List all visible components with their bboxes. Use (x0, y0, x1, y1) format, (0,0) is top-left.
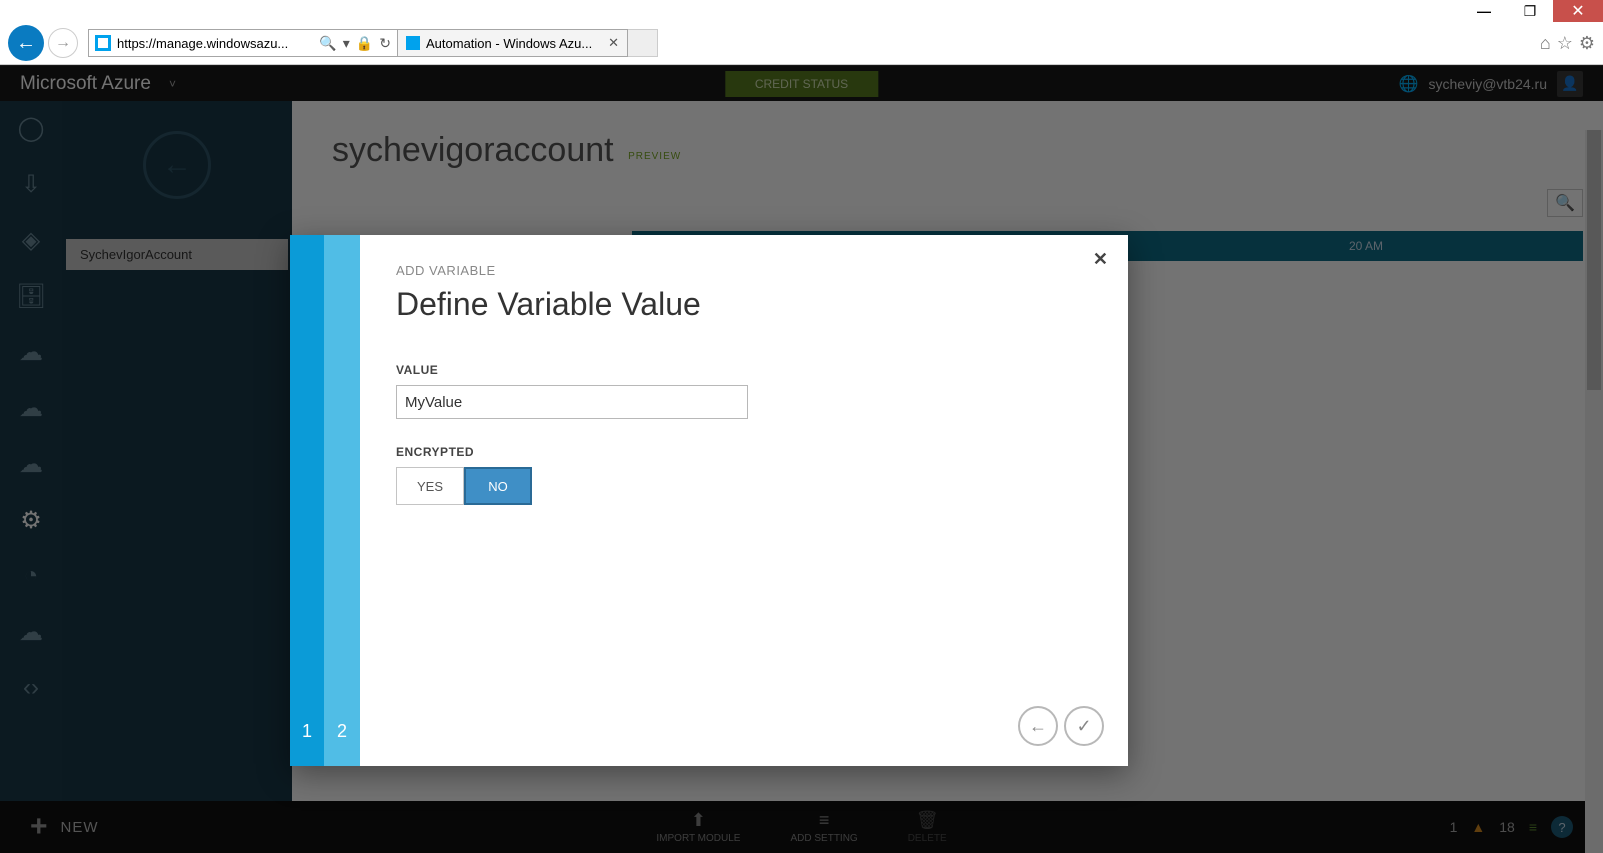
tab-title: Automation - Windows Azu... (426, 36, 602, 51)
wizard-step-1[interactable]: 1 (290, 235, 324, 766)
browser-back-button[interactable]: ← (8, 25, 44, 61)
value-input[interactable] (396, 385, 748, 419)
wizard-complete-button[interactable]: ✓ (1064, 706, 1104, 746)
dialog-eyebrow: ADD VARIABLE (396, 263, 1092, 278)
url-text: https://manage.windowsazu... (117, 36, 313, 51)
window-close-button[interactable]: ✕ (1553, 0, 1603, 22)
encrypted-yes-button[interactable]: YES (396, 467, 464, 505)
azure-portal: Microsoft Azure ˅ CREDIT STATUS 🌐 sychev… (0, 65, 1603, 853)
search-icon[interactable]: 🔍 (319, 35, 336, 52)
window-minimize-button[interactable]: — (1461, 0, 1507, 22)
browser-forward-button[interactable]: → (48, 28, 78, 58)
dialog-title: Define Variable Value (396, 286, 1092, 323)
step-1-label: 1 (302, 721, 312, 742)
dialog-close-button[interactable]: ✕ (1093, 249, 1108, 270)
wizard-back-button[interactable]: ← (1018, 706, 1058, 746)
lock-icon: 🔒 (356, 35, 373, 52)
tab-close-icon[interactable]: ✕ (608, 35, 619, 51)
window-titlebar: — ❐ ✕ (0, 0, 1603, 22)
browser-tab[interactable]: Automation - Windows Azu... ✕ (398, 29, 628, 57)
tools-icon[interactable]: ⚙ (1579, 33, 1595, 54)
new-tab-button[interactable] (628, 29, 658, 57)
encrypted-field-label: ENCRYPTED (396, 445, 1092, 459)
home-icon[interactable]: ⌂ (1540, 33, 1551, 54)
address-bar[interactable]: https://manage.windowsazu... 🔍 ▾ 🔒 ↻ (88, 29, 398, 57)
favorites-icon[interactable]: ☆ (1557, 33, 1573, 54)
encrypted-no-button[interactable]: NO (464, 467, 532, 505)
encrypted-toggle: YES NO (396, 467, 1092, 505)
step-2-label: 2 (337, 721, 347, 742)
dropdown-icon[interactable]: ▾ (343, 35, 350, 52)
tab-favicon (406, 36, 420, 50)
browser-toolbar: ← → https://manage.windowsazu... 🔍 ▾ 🔒 ↻… (0, 22, 1603, 65)
refresh-icon[interactable]: ↻ (379, 35, 391, 52)
value-field-label: VALUE (396, 363, 1092, 377)
wizard-step-2[interactable]: 2 (324, 235, 360, 766)
add-variable-dialog: 1 2 ✕ ADD VARIABLE Define Variable Value… (290, 235, 1128, 766)
site-icon (95, 35, 111, 51)
window-maximize-button[interactable]: ❐ (1507, 0, 1553, 22)
